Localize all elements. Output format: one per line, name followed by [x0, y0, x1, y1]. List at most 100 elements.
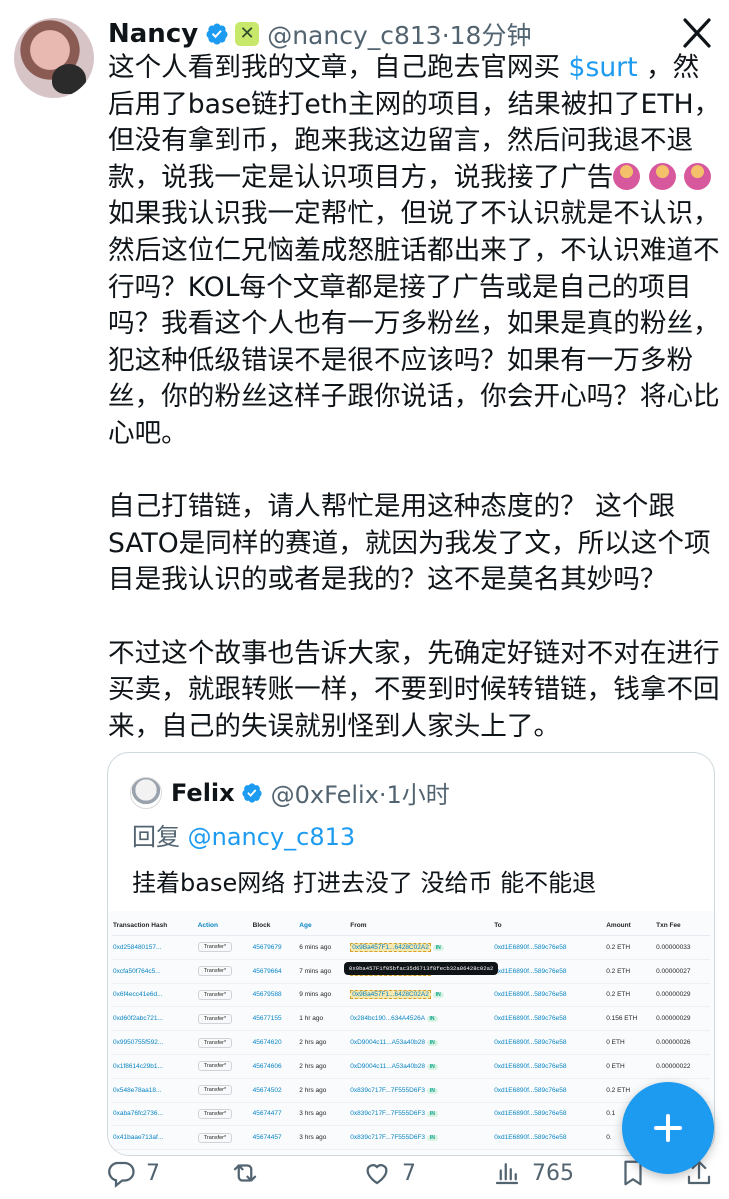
reply-mention-link[interactable]: @nancy_c813 — [188, 823, 356, 851]
table-cell[interactable]: 0xd1E6890f...589c76e58 — [493, 1125, 606, 1151]
table-cell: Transfer* — [196, 1030, 252, 1055]
table-cell[interactable]: 0xd1E6890f...589c76e58 — [493, 1054, 606, 1079]
table-cell: 2 hrs ago — [298, 1030, 350, 1055]
cell-text: 3 hrs ago — [299, 1110, 327, 1118]
cell-text: 0xd1E6890f...589c76e58 — [494, 1134, 567, 1142]
table-cell[interactable]: 0x9950755f592... — [112, 1030, 197, 1055]
avatar-cat — [52, 64, 86, 94]
table-cell[interactable]: 0xd1E6890f...589c76e58 — [493, 1102, 606, 1127]
table-cell[interactable]: 0xD9004c11...A53a40b28 IN — [349, 1054, 494, 1079]
table-cell[interactable]: 45674620 — [251, 1030, 299, 1055]
cell-text: 0.00000029 — [656, 1015, 691, 1023]
table-cell: Transfer* — [196, 1078, 252, 1103]
table-cell[interactable]: 45679588 — [251, 983, 299, 1008]
table-row[interactable]: 0x548e78aa18... Transfer* 45674502 2 hrs ag… — [112, 1078, 710, 1103]
table-cell[interactable]: 0x839c717F...7F555D6F3 IN — [349, 1078, 494, 1103]
table-cell[interactable]: 0xd1E6890f...589c76e58 — [493, 1030, 606, 1055]
table-row[interactable]: 0x6f4ecc41e6d... Transfer* 45679588 9 mins … — [112, 983, 710, 1008]
table-cell[interactable]: 0xd1E6890f...589c76e58 — [493, 1006, 606, 1032]
cell-text: 0xaba76fc2736... — [113, 1110, 163, 1118]
table-cell[interactable]: 0x839c717F...7F555D6F3 IN — [349, 1125, 494, 1151]
table-row[interactable]: 0x9950755f592... Transfer* 45674620 2 hrs a… — [112, 1030, 710, 1055]
reply-to-line: 回复 @nancy_c813 — [132, 817, 355, 852]
cell-text: 0.00000029 — [656, 991, 691, 999]
cell-text: 0x839c717F...7F555D6F3 — [350, 1086, 426, 1094]
cell-text: 0.2 ETH — [606, 991, 631, 999]
tweet-text: 这个人看到我的文章，自己跑去官网买 $surt ，然后用了base链打eth主网… — [108, 50, 723, 782]
table-cell[interactable]: 0xd1E6890f...589c76e58 — [493, 935, 606, 960]
table-cell[interactable]: 0x9Ba457F1...6428C02A2 IN — [349, 983, 494, 1008]
cell-text: 0. — [606, 1134, 612, 1142]
tweet-actions: 7 7 765 — [106, 1158, 718, 1199]
table-cell[interactable]: 45674457 — [251, 1125, 299, 1151]
table-cell: 2 hrs ago — [298, 1054, 350, 1079]
table-cell[interactable]: 0x1f8614c29b1... — [112, 1054, 197, 1079]
table-cell: 0.00000029 — [655, 983, 710, 1008]
table-cell[interactable]: 0xd1E6890f...589c76e58 — [493, 959, 606, 984]
cashtag-link[interactable]: $surt — [569, 52, 638, 83]
cell-text: 45674606 — [252, 1062, 282, 1070]
table-cell[interactable]: 0x284bc190...634A4526A IN — [349, 1006, 494, 1032]
table-row[interactable]: 0xaba76fc2736... Transfer* 45674477 3 hrs a… — [112, 1102, 710, 1127]
cell-text: 0.00000033 — [656, 943, 691, 951]
table-cell[interactable]: 0xd1E6890f...589c76e58 — [493, 983, 606, 1008]
cell-text: 0x9Ba457F1...6428C02A2 — [350, 942, 431, 952]
table-cell[interactable]: 45674477 — [251, 1102, 299, 1127]
cell-text: 0.2 ETH — [606, 943, 631, 951]
cell-text: 0x9950755f592... — [113, 1039, 164, 1047]
table-row[interactable]: 0x1f8614c29b1... Transfer* 45674606 2 hrs a… — [112, 1054, 710, 1079]
close-icon[interactable] — [680, 16, 714, 50]
in-badge: IN — [432, 992, 444, 999]
table-row[interactable]: 0xd60f2abc721... Transfer* 45677155 1 hr ag… — [112, 1006, 710, 1032]
table-row[interactable]: 0xd258480157... Transfer* 45679679 6 mins a… — [112, 935, 710, 960]
table-cell[interactable]: 45674502 — [251, 1078, 299, 1103]
cell-text: 0.00000027 — [656, 967, 691, 975]
table-cell: Transfer* — [196, 935, 252, 960]
reply-icon — [108, 1161, 135, 1188]
author-handle-time[interactable]: @nancy_c813·18分钟 — [267, 16, 531, 52]
table-cell[interactable]: 45677155 — [251, 1006, 299, 1032]
table-cell[interactable]: 45674606 — [251, 1054, 299, 1079]
cell-text: Transfer* — [197, 1037, 233, 1048]
affiliate-badge-icon[interactable]: ✕ — [235, 22, 260, 46]
like-button[interactable]: 7 — [362, 1158, 416, 1188]
cell-text: Transfer* — [197, 1061, 233, 1072]
cell-text: 0xd1E6890f...589c76e58 — [494, 1062, 567, 1070]
column-header: Amount — [605, 915, 656, 936]
table-cell[interactable]: 45679679 — [251, 935, 299, 960]
reply-button[interactable]: 7 — [106, 1158, 160, 1188]
table-cell: 9 mins ago — [298, 983, 350, 1008]
table-cell[interactable]: 0xd1E6890f...589c76e58 — [493, 1078, 606, 1103]
cell-text: 0 ETH — [606, 1062, 625, 1070]
table-cell[interactable]: 0x41baae713af... — [112, 1125, 197, 1151]
table-cell: Transfer* — [196, 1102, 252, 1127]
table-row[interactable]: 0x41baae713af... Transfer* 45674457 3 hrs a… — [112, 1125, 710, 1151]
table-cell[interactable]: 45679664 — [251, 959, 299, 984]
cell-text: 2 hrs ago — [299, 1039, 327, 1047]
cell-text: 45674502 — [252, 1086, 282, 1094]
author-avatar[interactable] — [14, 18, 94, 98]
person-shrugging-emoji-icon — [648, 162, 676, 190]
table-cell[interactable]: 0xd60f2abc721... — [112, 1006, 197, 1032]
repost-button[interactable] — [230, 1158, 260, 1188]
tweet-paragraph-1: 这个人看到我的文章，自己跑去官网买 $surt ，然后用了base链打eth主网… — [108, 50, 723, 453]
views-chart-icon — [495, 1163, 519, 1185]
compose-button[interactable] — [622, 1082, 714, 1174]
cell-text: Transfer* — [197, 989, 233, 1000]
table-cell[interactable]: 0xcfa50f764c5... — [112, 959, 197, 984]
cell-text: Transfer* — [197, 1132, 233, 1143]
table-cell[interactable]: 0xD9004c11...A53a40b28 IN — [349, 1030, 494, 1055]
in-badge: IN — [426, 1063, 438, 1070]
table-cell[interactable]: 0x6f4ecc41e6d... — [112, 983, 197, 1008]
cell-text: 0.2 ETH — [606, 967, 631, 975]
author-name[interactable]: Nancy — [108, 19, 198, 49]
cell-text: 0.2 ETH — [606, 1086, 631, 1094]
table-cell[interactable]: 0x9Ba457F1...6428C02A2 IN — [349, 935, 494, 960]
table-cell: 0 ETH — [605, 1030, 656, 1055]
table-cell[interactable]: 0xaba76fc2736... — [112, 1102, 197, 1127]
quoted-tweet-card[interactable]: Felix @0xFelix·1小时 回复 @nancy_c813 挂着base… — [107, 752, 715, 1156]
table-cell[interactable]: 0x839c717F...7F555D6F3 IN — [349, 1102, 494, 1127]
table-cell[interactable]: 0xd258480157... — [112, 935, 197, 960]
views-button[interactable]: 765 — [492, 1158, 574, 1188]
table-cell[interactable]: 0x548e78aa18... — [112, 1078, 197, 1103]
